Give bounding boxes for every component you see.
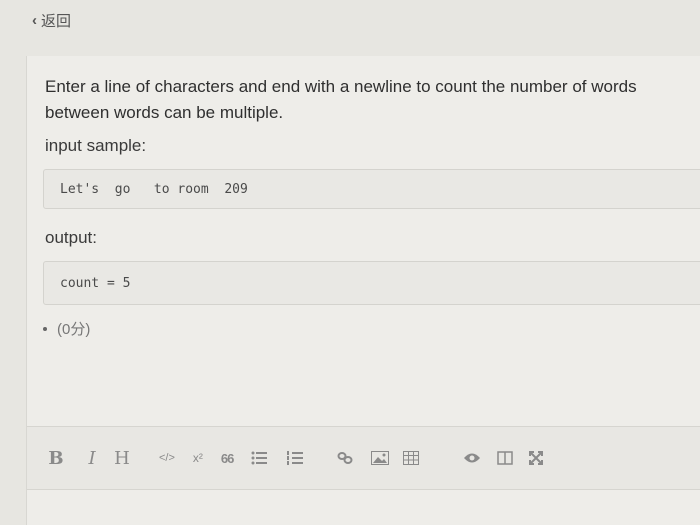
heading-icon[interactable]: H (111, 447, 133, 469)
image-icon[interactable] (371, 447, 390, 469)
output-sample-box: count = 5 (43, 261, 700, 305)
preview-eye-icon[interactable] (463, 447, 481, 469)
superscript-icon[interactable]: x² (193, 447, 203, 469)
input-sample-code: Let's go to room 209 (60, 181, 248, 197)
fullscreen-icon[interactable] (529, 447, 544, 469)
quote-icon[interactable]: 66 (221, 447, 235, 469)
back-link[interactable]: ‹ 返回 (32, 10, 71, 31)
link-icon[interactable] (337, 447, 353, 469)
editor-toolbar: B I H </> x² 66 (27, 426, 700, 490)
code-icon[interactable]: </> (159, 447, 175, 469)
score-text: (0分) (57, 321, 91, 338)
bulleted-list-icon[interactable] (251, 447, 268, 469)
table-icon[interactable] (403, 447, 420, 469)
split-view-icon[interactable] (497, 447, 514, 469)
back-label: 返回 (41, 13, 72, 30)
output-sample-code: count = 5 (60, 275, 131, 291)
question-line-1: Enter a line of characters and end with … (45, 77, 637, 96)
numbered-list-icon[interactable] (287, 447, 304, 469)
score-item: (0分) (43, 318, 90, 339)
italic-icon[interactable]: I (81, 447, 103, 469)
input-sample-box: Let's go to room 209 (43, 169, 700, 209)
question-card: Enter a line of characters and end with … (26, 56, 700, 525)
input-sample-label: input sample: (45, 136, 147, 155)
output-label: output: (45, 228, 97, 247)
bold-icon[interactable]: B (45, 447, 67, 469)
question-text: Enter a line of characters and end with … (45, 74, 700, 126)
question-line-2: between words can be multiple. (45, 103, 284, 122)
bullet-dot (43, 326, 47, 331)
chevron-left-icon: ‹ (32, 12, 37, 29)
